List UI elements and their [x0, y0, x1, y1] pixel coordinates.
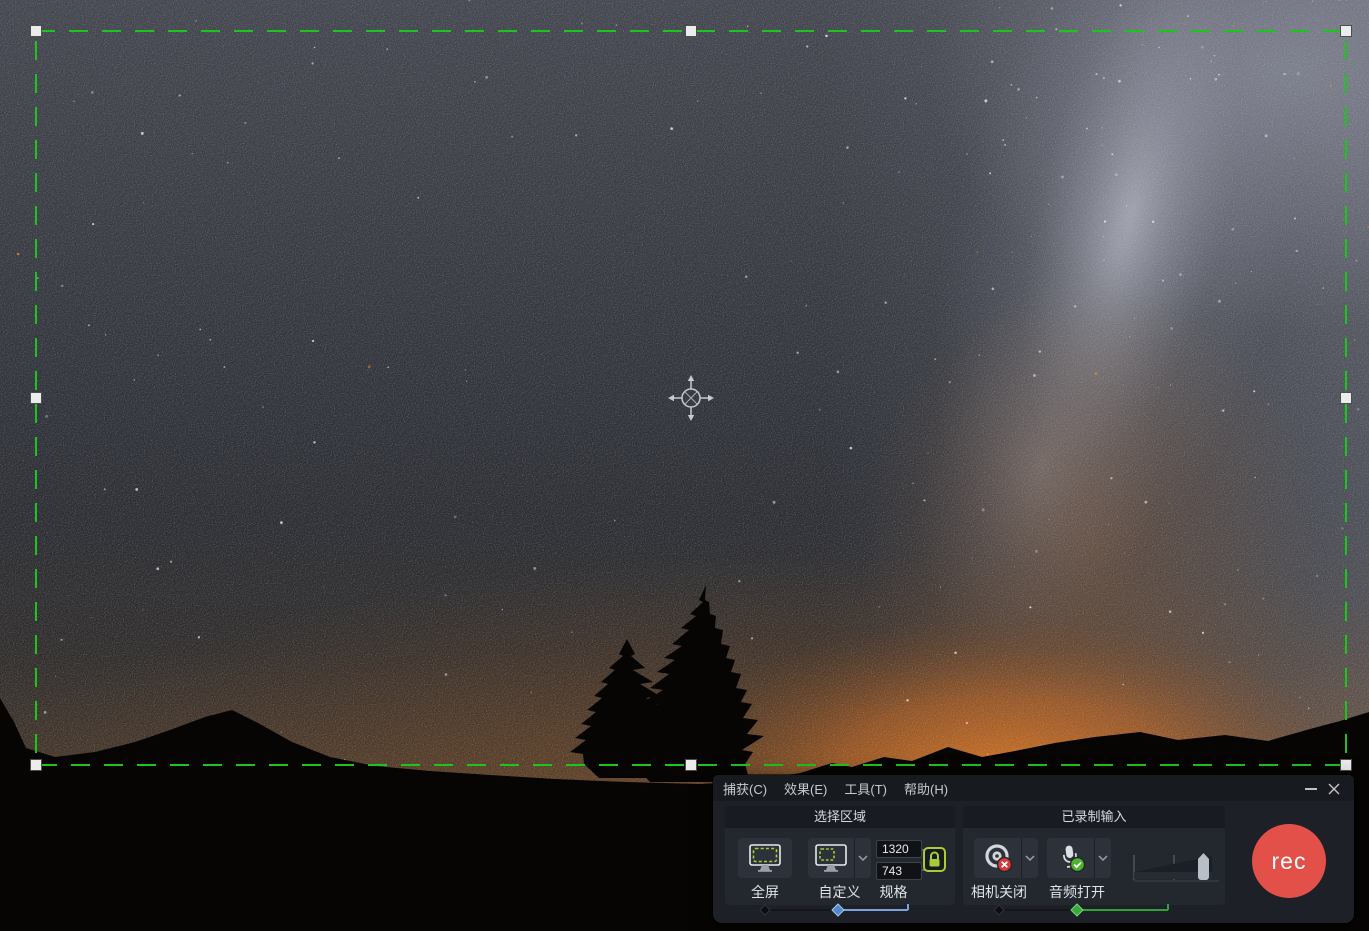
chevron-down-icon [1098, 855, 1108, 861]
handle-middle-left[interactable] [30, 392, 42, 404]
webcam-icon [983, 843, 1013, 873]
select-area-title: 选择区域 [725, 806, 955, 828]
height-input[interactable] [876, 862, 922, 880]
camera-dot[interactable] [994, 905, 1004, 915]
camera-button[interactable] [974, 838, 1038, 878]
record-button[interactable]: rec [1252, 824, 1326, 898]
monitor-fullscreen-icon [748, 843, 782, 873]
volume-level-meter[interactable] [1131, 843, 1221, 889]
select-area-group: 选择区域 全屏 [725, 806, 955, 905]
recorder-panel: 捕获(C) 效果(E) 工具(T) 帮助(H) 选择区域 全屏 [713, 775, 1354, 923]
enabled-check-badge [1070, 858, 1084, 872]
handle-bottom-right[interactable] [1340, 759, 1352, 771]
handle-top-left[interactable] [30, 25, 42, 37]
custom-region-button[interactable] [808, 838, 871, 878]
disabled-x-badge [997, 858, 1011, 872]
audio-status-label: 音频打开 [1039, 882, 1115, 902]
camera-dropdown[interactable] [1021, 838, 1038, 878]
width-input[interactable] [876, 840, 922, 858]
audio-dropdown[interactable] [1094, 838, 1111, 878]
close-icon[interactable] [1325, 780, 1342, 797]
menu-tools[interactable]: 工具(T) [844, 779, 887, 798]
chevron-down-icon [1025, 855, 1035, 861]
handle-top-right[interactable] [1340, 25, 1352, 37]
move-crosshair-icon[interactable] [665, 372, 717, 424]
aspect-lock-icon [924, 848, 945, 871]
recorded-inputs-group: 已录制输入 相机关闭 [963, 806, 1225, 905]
audio-dot[interactable] [1071, 904, 1083, 916]
handle-top-middle[interactable] [685, 25, 697, 37]
select-area-mode-slider[interactable] [757, 903, 917, 917]
custom-mode-dot[interactable] [832, 904, 844, 916]
custom-region-label: 自定义 [802, 882, 877, 902]
custom-region-dropdown[interactable] [854, 838, 871, 878]
monitor-custom-region-icon [814, 843, 848, 873]
minimize-icon[interactable] [1302, 780, 1319, 797]
recorded-inputs-slider[interactable] [991, 903, 1181, 917]
fullscreen-mode-dot[interactable] [760, 905, 770, 915]
handle-bottom-left[interactable] [30, 759, 42, 771]
aspect-lock[interactable] [920, 842, 948, 883]
camera-status-label: 相机关闭 [961, 882, 1037, 902]
recorded-inputs-title: 已录制输入 [963, 806, 1225, 828]
chevron-down-icon [858, 855, 868, 861]
menu-bar: 捕获(C) 效果(E) 工具(T) 帮助(H) [713, 775, 1354, 801]
handle-middle-right[interactable] [1340, 392, 1352, 404]
microphone-icon [1056, 843, 1086, 873]
audio-button[interactable] [1047, 838, 1111, 878]
fullscreen-label: 全屏 [738, 882, 792, 902]
menu-help[interactable]: 帮助(H) [904, 779, 948, 798]
menu-capture[interactable]: 捕获(C) [723, 779, 767, 798]
fullscreen-button[interactable] [738, 838, 792, 878]
handle-bottom-middle[interactable] [685, 759, 697, 771]
spec-label: 规格 [871, 882, 916, 902]
menu-effects[interactable]: 效果(E) [784, 779, 827, 798]
